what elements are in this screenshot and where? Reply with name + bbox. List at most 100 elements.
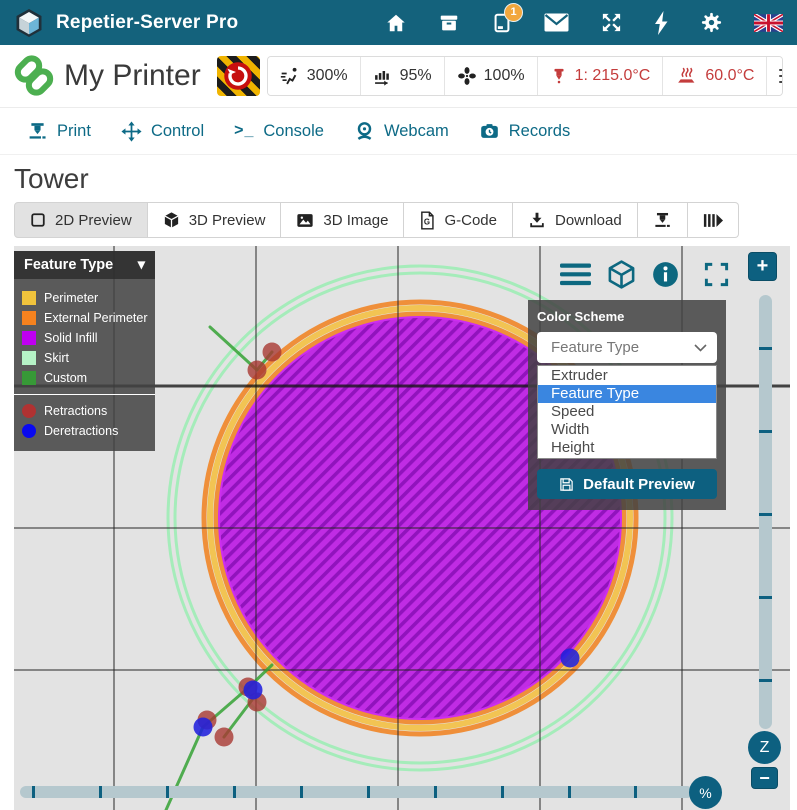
tab-records[interactable]: Records xyxy=(479,121,570,142)
default-preview-button[interactable]: Default Preview xyxy=(537,469,717,499)
move-arrows-icon xyxy=(121,121,142,142)
printer-name: My Printer xyxy=(64,59,201,93)
zoom-out-button[interactable]: − xyxy=(751,767,778,789)
color-swatch xyxy=(22,331,36,345)
gcode-file-title: Tower xyxy=(14,163,89,195)
color-scheme-option[interactable]: Width xyxy=(538,421,716,439)
layer-slider[interactable] xyxy=(759,295,772,729)
print-file-button[interactable] xyxy=(638,202,688,238)
flow-value: 95% xyxy=(400,67,432,85)
gear-icon[interactable] xyxy=(700,11,723,34)
info-icon[interactable] xyxy=(652,261,679,288)
slider-tick xyxy=(759,596,772,599)
color-swatch xyxy=(22,351,36,365)
view-button-group: 2D Preview 3D Preview 3D Image G G-Code … xyxy=(14,202,739,238)
mail-icon[interactable] xyxy=(544,13,569,32)
hamburger-icon xyxy=(779,69,783,84)
download-icon xyxy=(528,211,546,229)
printer-menu-button[interactable] xyxy=(766,57,783,95)
uk-flag-icon[interactable] xyxy=(754,14,783,32)
slider-tick xyxy=(501,786,504,798)
color-scheme-panel: Color Scheme Feature Type ExtruderFeatur… xyxy=(528,300,726,510)
deretraction-dot xyxy=(194,718,213,737)
flow-button[interactable]: 95% xyxy=(360,57,444,95)
legend-panel: Feature Type ▾ PerimeterExternal Perimet… xyxy=(14,251,155,451)
view-3d-image-button[interactable]: 3D Image xyxy=(281,202,404,238)
progress-slider[interactable] xyxy=(20,786,693,798)
archive-icon[interactable] xyxy=(438,12,460,34)
bed-temp-button[interactable]: 60.0°C xyxy=(662,57,766,95)
gcode-file-icon: G xyxy=(419,211,435,230)
printer-tabs: Print Control >_ Console Webcam Records xyxy=(0,108,797,155)
webcam-icon xyxy=(354,120,375,142)
image-icon xyxy=(296,212,314,229)
zoom-in-button[interactable]: + xyxy=(748,252,777,281)
chain-link-icon[interactable] xyxy=(14,54,54,98)
view-3d-preview-button[interactable]: 3D Preview xyxy=(148,202,282,238)
color-scheme-option[interactable]: Extruder xyxy=(538,367,716,385)
printer-status-group: 300% 95% 100% 1: 215.0°C xyxy=(267,56,783,96)
legend-header[interactable]: Feature Type ▾ xyxy=(14,251,155,279)
printer-queue-icon[interactable]: 1 xyxy=(491,11,513,35)
slider-tick xyxy=(367,786,370,798)
app-logo-icon[interactable] xyxy=(14,8,44,38)
chevron-down-icon: ▾ xyxy=(138,257,145,273)
extruder-temp-value: 1: 215.0°C xyxy=(575,67,651,85)
home-icon[interactable] xyxy=(385,12,407,34)
gcode-2d-preview[interactable]: Feature Type ▾ PerimeterExternal Perimet… xyxy=(14,246,790,810)
speed-value: 300% xyxy=(307,67,348,85)
svg-text:G: G xyxy=(424,217,430,226)
tab-print[interactable]: Print xyxy=(27,121,91,142)
view-gcode-button[interactable]: G G-Code xyxy=(404,202,513,238)
legend-marker-item: Retractions xyxy=(14,401,155,421)
notification-badge: 1 xyxy=(504,3,523,22)
speed-icon xyxy=(280,66,300,86)
color-dot-swatch xyxy=(22,404,36,418)
tab-console[interactable]: >_ Console xyxy=(234,122,324,141)
color-scheme-option[interactable]: Height xyxy=(538,439,716,457)
extruder-temp-button[interactable]: 1: 215.0°C xyxy=(537,57,663,95)
bolt-icon[interactable] xyxy=(654,11,669,35)
slider-tick xyxy=(434,786,437,798)
tab-control-label: Control xyxy=(151,122,204,141)
layer-play-button[interactable] xyxy=(688,202,739,238)
speed-button[interactable]: 300% xyxy=(268,57,360,95)
z-axis-badge[interactable]: Z xyxy=(748,731,781,764)
app-root: Repetier-Server Pro 1 xyxy=(0,0,797,810)
view-3d-toggle-icon[interactable] xyxy=(606,259,637,290)
fullscreen-icon[interactable] xyxy=(703,261,730,288)
fan-button[interactable]: 100% xyxy=(444,57,537,95)
slider-tick xyxy=(634,786,637,798)
download-button[interactable]: Download xyxy=(513,202,638,238)
tab-print-label: Print xyxy=(57,122,91,141)
legend-item: Custom xyxy=(14,368,155,388)
tab-control[interactable]: Control xyxy=(121,121,204,142)
legend-item: Skirt xyxy=(14,348,155,368)
slider-tick xyxy=(759,513,772,516)
slider-tick xyxy=(759,679,772,682)
expand-icon[interactable] xyxy=(600,11,623,34)
view-2d-preview-button[interactable]: 2D Preview xyxy=(14,202,148,238)
preview-toolbar xyxy=(560,259,730,290)
preview-menu-icon[interactable] xyxy=(560,263,591,286)
fan-value: 100% xyxy=(484,67,525,85)
color-scheme-select[interactable]: Feature Type xyxy=(537,332,717,363)
color-swatch xyxy=(22,291,36,305)
legend-marker-item: Deretractions xyxy=(14,421,155,441)
terminal-icon: >_ xyxy=(234,122,254,140)
color-scheme-option[interactable]: Speed xyxy=(538,403,716,421)
save-icon xyxy=(559,477,574,492)
tab-webcam[interactable]: Webcam xyxy=(354,120,449,142)
slider-tick xyxy=(759,347,772,350)
slider-tick xyxy=(233,786,236,798)
tab-records-label: Records xyxy=(509,122,570,141)
percent-badge[interactable]: % xyxy=(689,776,722,809)
emergency-stop-button[interactable] xyxy=(217,56,260,96)
color-swatch xyxy=(22,371,36,385)
color-scheme-label: Color Scheme xyxy=(537,309,717,324)
tab-webcam-label: Webcam xyxy=(384,122,449,141)
color-scheme-option[interactable]: Feature Type xyxy=(538,385,716,403)
square-icon xyxy=(30,212,46,228)
nozzle-icon xyxy=(653,211,672,230)
app-title: Repetier-Server Pro xyxy=(56,12,238,34)
